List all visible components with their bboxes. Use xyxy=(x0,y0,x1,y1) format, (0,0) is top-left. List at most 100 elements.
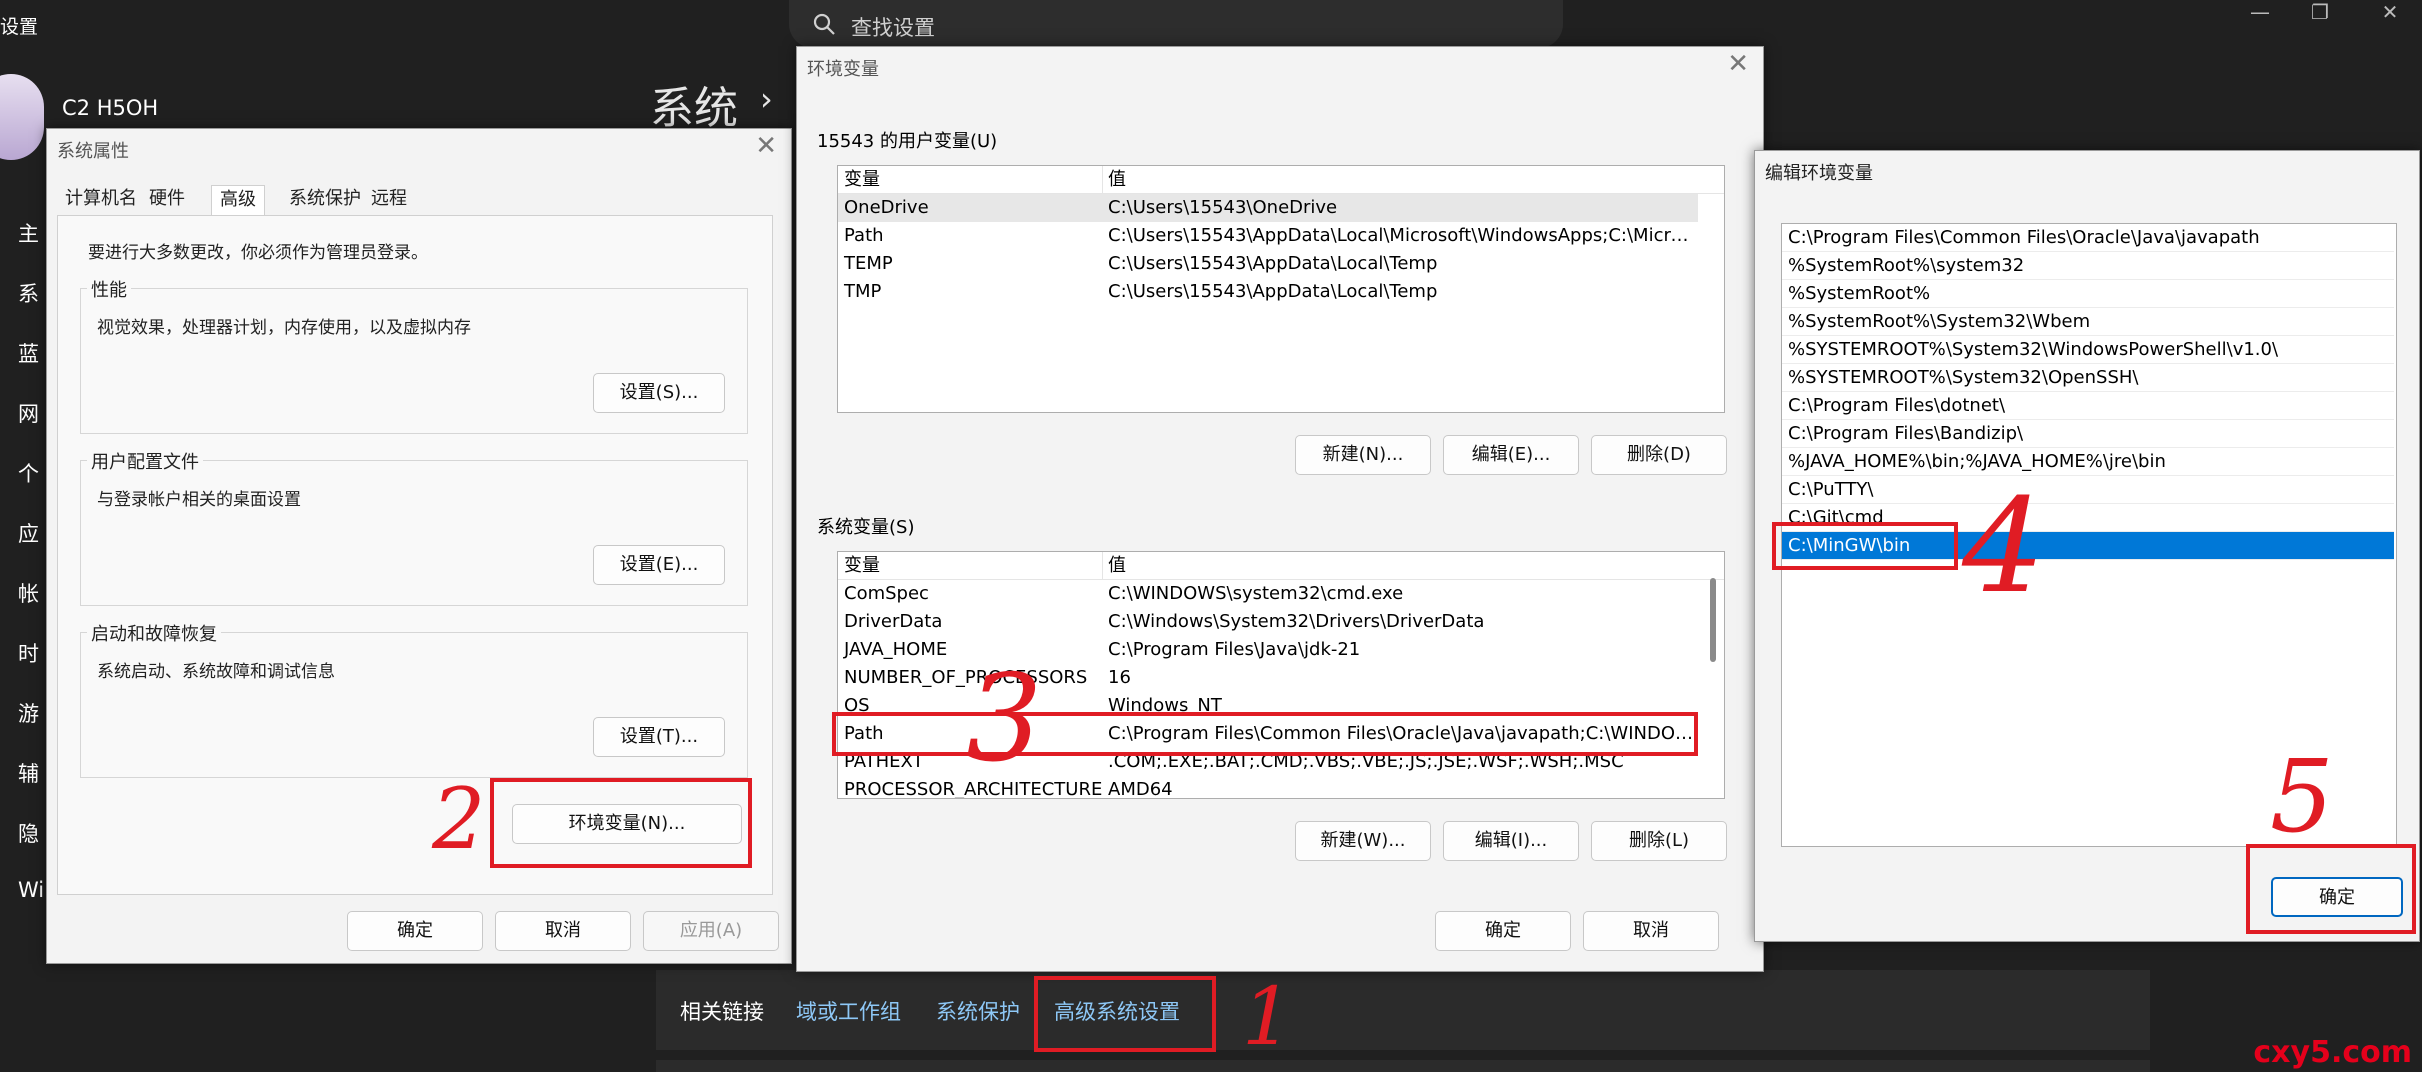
tab-remote[interactable]: 远程 xyxy=(363,185,415,215)
tab-system-protection[interactable]: 系统保护 xyxy=(281,185,369,215)
group-label: 用户配置文件 xyxy=(87,448,203,474)
tab-computer-name[interactable]: 计算机名 xyxy=(57,185,145,215)
scrollbar-thumb[interactable] xyxy=(1710,578,1716,662)
list-item[interactable]: C:\Program Files\Common Files\Oracle\Jav… xyxy=(1782,224,2394,252)
col-value: 值 xyxy=(1108,555,1126,576)
startup-settings-button[interactable]: 设置(T)... xyxy=(593,717,725,757)
side-buttons-edge xyxy=(2411,223,2421,843)
annotation-step2: 2 xyxy=(432,770,486,868)
highlight-box-step5 xyxy=(2246,844,2416,934)
table-row[interactable]: TEMP C:\Users\15543\AppData\Local\Temp xyxy=(838,250,1698,278)
group-description: 系统启动、系统故障和调试信息 xyxy=(97,662,335,682)
nav-item[interactable]: 帐 xyxy=(18,578,39,608)
col-variable: 变量 xyxy=(844,555,880,576)
list-item[interactable]: %SystemRoot% xyxy=(1782,280,2394,308)
nav-item[interactable]: 隐 xyxy=(18,818,39,848)
cancel-button[interactable]: 取消 xyxy=(1583,911,1719,951)
list-item[interactable]: %SystemRoot%\system32 xyxy=(1782,252,2394,280)
dialog-title: 系统属性 xyxy=(57,141,129,162)
col-variable: 变量 xyxy=(844,169,880,190)
link-system-protection[interactable]: 系统保护 xyxy=(936,996,1020,1026)
user-profiles-group: 用户配置文件 与登录帐户相关的桌面设置 设置(E)... xyxy=(80,448,748,606)
table-row[interactable]: TMP C:\Users\15543\AppData\Local\Temp xyxy=(838,278,1698,306)
minimize-icon[interactable]: — xyxy=(2240,0,2280,26)
environment-variables-dialog: 环境变量 ✕ 15543 的用户变量(U) 变量 值 OneDrive C:\U… xyxy=(796,46,1764,972)
performance-settings-button[interactable]: 设置(S)... xyxy=(593,373,725,413)
link-domain-workgroup[interactable]: 域或工作组 xyxy=(796,996,901,1026)
list-item[interactable]: %JAVA_HOME%\bin;%JAVA_HOME%\jre\bin xyxy=(1782,448,2394,476)
table-row[interactable]: ComSpec C:\WINDOWS\system32\cmd.exe xyxy=(838,580,1698,608)
list-item[interactable]: C:\PuTTY\ xyxy=(1782,476,2394,504)
annotation-step1: 1 xyxy=(1242,970,1293,1063)
user-new-button[interactable]: 新建(N)... xyxy=(1295,435,1431,475)
search-icon xyxy=(813,13,835,35)
settings-search[interactable]: 查找设置 xyxy=(789,0,1563,48)
close-icon[interactable]: ✕ xyxy=(2370,0,2410,26)
table-row[interactable]: DriverData C:\Windows\System32\Drivers\D… xyxy=(838,608,1698,636)
settings-card xyxy=(656,1060,2150,1072)
close-icon[interactable]: ✕ xyxy=(1727,49,1749,79)
table-header: 变量 值 xyxy=(838,166,1724,194)
nav-item[interactable]: Wi xyxy=(18,878,44,902)
user-delete-button[interactable]: 删除(D) xyxy=(1591,435,1727,475)
col-value: 值 xyxy=(1108,169,1126,190)
search-input[interactable]: 查找设置 xyxy=(851,12,935,42)
user-vars-table[interactable]: 变量 值 OneDrive C:\Users\15543\OneDrive Pa… xyxy=(837,165,1725,413)
profile-settings-button[interactable]: 设置(E)... xyxy=(593,545,725,585)
startup-recovery-group: 启动和故障恢复 系统启动、系统故障和调试信息 设置(T)... xyxy=(80,620,748,778)
group-description: 与登录帐户相关的桌面设置 xyxy=(97,490,301,510)
table-row[interactable]: Path C:\Users\15543\AppData\Local\Micros… xyxy=(838,222,1698,250)
settings-title: 设置 xyxy=(0,16,39,38)
group-label: 性能 xyxy=(87,276,131,302)
nav-item[interactable]: 应 xyxy=(18,518,39,548)
group-label: 启动和故障恢复 xyxy=(87,620,221,646)
performance-group: 性能 视觉效果，处理器计划，内存使用，以及虚拟内存 设置(S)... xyxy=(80,276,748,434)
apply-button[interactable]: 应用(A) xyxy=(643,911,779,951)
tab-hardware[interactable]: 硬件 xyxy=(141,185,193,215)
ok-button[interactable]: 确定 xyxy=(347,911,483,951)
nav-item[interactable]: 辅 xyxy=(18,758,39,788)
system-new-button[interactable]: 新建(W)... xyxy=(1295,821,1431,861)
related-links-label: 相关链接 xyxy=(680,1000,764,1024)
user-name: C2 H5OH xyxy=(62,96,159,120)
list-item[interactable]: %SYSTEMROOT%\System32\WindowsPowerShell\… xyxy=(1782,336,2394,364)
related-links-bar: 相关链接 域或工作组 系统保护 高级系统设置 xyxy=(656,970,2150,1050)
dialog-title: 环境变量 xyxy=(807,59,879,80)
user-vars-label: 15543 的用户变量(U) xyxy=(817,131,998,152)
highlight-box-step1 xyxy=(1034,976,1216,1052)
page-title: 系统 xyxy=(650,83,738,134)
tab-bar: 计算机名 硬件 高级 系统保护 远程 xyxy=(57,185,773,215)
table-row[interactable]: OneDrive C:\Users\15543\OneDrive xyxy=(838,194,1698,222)
chevron-right-icon: › xyxy=(760,80,773,118)
cancel-button[interactable]: 取消 xyxy=(495,911,631,951)
annotation-step3: 3 xyxy=(966,650,1043,789)
group-description: 视觉效果，处理器计划，内存使用，以及虚拟内存 xyxy=(97,318,471,338)
nav-item[interactable]: 系 xyxy=(18,278,39,308)
nav-item[interactable]: 时 xyxy=(18,638,39,668)
nav-item[interactable]: 主 xyxy=(18,218,39,248)
highlight-box-step3 xyxy=(832,712,1698,756)
list-item[interactable]: C:\Program Files\dotnet\ xyxy=(1782,392,2394,420)
close-icon[interactable]: ✕ xyxy=(755,131,777,161)
list-item[interactable]: %SystemRoot%\System32\Wbem xyxy=(1782,308,2394,336)
avatar xyxy=(0,74,44,160)
list-item[interactable]: C:\Program Files\Bandizip\ xyxy=(1782,420,2394,448)
nav-item[interactable]: 蓝 xyxy=(18,338,39,368)
annotation-step4: 4 xyxy=(1962,470,2045,622)
nav-item[interactable]: 网 xyxy=(18,398,39,428)
nav-item[interactable]: 个 xyxy=(18,458,39,488)
highlight-box-step4 xyxy=(1772,522,1958,570)
ok-button[interactable]: 确定 xyxy=(1435,911,1571,951)
list-item[interactable]: %SYSTEMROOT%\System32\OpenSSH\ xyxy=(1782,364,2394,392)
system-vars-label: 系统变量(S) xyxy=(817,517,915,538)
nav-item[interactable]: 游 xyxy=(18,698,39,728)
tab-advanced[interactable]: 高级 xyxy=(211,185,265,215)
table-header: 变量 值 xyxy=(838,552,1724,580)
system-edit-button[interactable]: 编辑(I)... xyxy=(1443,821,1579,861)
system-delete-button[interactable]: 删除(L) xyxy=(1591,821,1727,861)
highlight-box-step2 xyxy=(490,778,752,868)
watermark: cxy5.com xyxy=(2253,1035,2412,1070)
maximize-icon[interactable]: ❐ xyxy=(2300,0,2340,26)
user-edit-button[interactable]: 编辑(E)... xyxy=(1443,435,1579,475)
dialog-title: 编辑环境变量 xyxy=(1765,163,1873,184)
